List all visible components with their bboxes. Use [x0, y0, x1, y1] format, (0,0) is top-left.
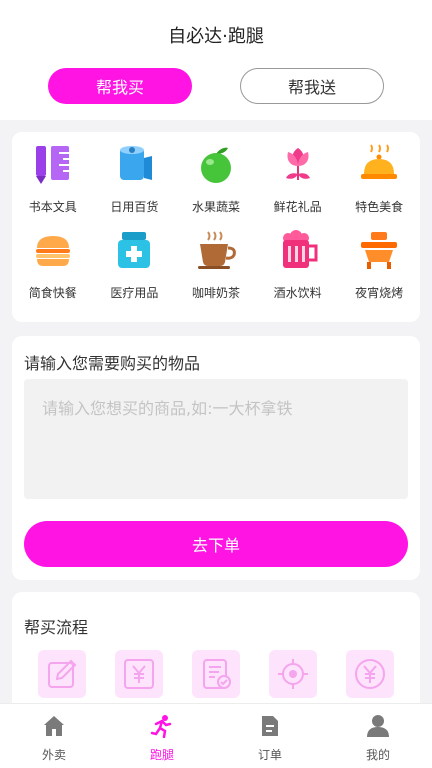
apple-icon — [194, 142, 238, 186]
tab-label: 订单 — [257, 748, 282, 762]
tab-label: 我的 — [365, 748, 390, 762]
food-cloche-icon — [357, 142, 401, 186]
category-label: 咖啡奶茶 — [191, 286, 240, 300]
tab-help-buy[interactable]: 帮我买 — [48, 68, 192, 104]
runner-icon — [150, 714, 174, 738]
category-label: 书本文具 — [28, 200, 77, 214]
purchase-request-panel: 请输入您需要购买的物品 去下单 — [12, 336, 420, 580]
yuan-coin-icon — [346, 650, 394, 698]
category-item-bbq[interactable]: 夜宵烧烤 — [338, 226, 420, 312]
category-label: 夜宵烧烤 — [355, 286, 404, 300]
coffee-cup-icon — [194, 228, 238, 272]
category-label: 酒水饮料 — [273, 286, 322, 300]
category-label: 日用百货 — [110, 200, 159, 214]
burger-icon — [31, 228, 75, 272]
category-item-flowers[interactable]: 鲜花礼品 — [257, 140, 339, 226]
category-label: 鲜花礼品 — [273, 200, 322, 214]
tab-mine[interactable]: 我的 — [324, 704, 432, 768]
category-label: 简食快餐 — [28, 286, 77, 300]
category-item-daily-goods[interactable]: 日用百货 — [94, 140, 176, 226]
tab-help-deliver[interactable]: 帮我送 — [240, 68, 384, 104]
book-stationery-icon — [31, 142, 75, 186]
home-icon — [42, 714, 66, 738]
flower-icon — [276, 142, 320, 186]
place-order-button[interactable]: 去下单 — [24, 521, 408, 567]
category-item-medical[interactable]: 医疗用品 — [94, 226, 176, 312]
item-request-input[interactable] — [24, 379, 408, 499]
tab-label: 外卖 — [41, 748, 66, 762]
bbq-grill-icon — [357, 228, 401, 272]
category-label: 水果蔬菜 — [191, 200, 240, 214]
category-item-fast-food[interactable]: 简食快餐 — [12, 226, 94, 312]
yuan-receipt-icon — [115, 650, 163, 698]
category-label: 特色美食 — [355, 200, 404, 214]
category-label: 医疗用品 — [110, 286, 159, 300]
category-item-stationery[interactable]: 书本文具 — [12, 140, 94, 226]
edit-icon — [38, 650, 86, 698]
medicine-bottle-icon — [112, 228, 156, 272]
checklist-icon — [192, 650, 240, 698]
order-icon — [258, 714, 282, 738]
top-header: 自必达·跑腿 帮我买 帮我送 — [0, 0, 432, 120]
request-title: 请输入您需要购买的物品 — [24, 354, 201, 373]
tab-label: 跑腿 — [149, 748, 174, 762]
tissue-roll-icon — [112, 142, 156, 186]
tab-takeout[interactable]: 外卖 — [0, 704, 108, 768]
category-item-drinks[interactable]: 酒水饮料 — [257, 226, 339, 312]
category-item-coffee-tea[interactable]: 咖啡奶茶 — [175, 226, 257, 312]
flow-title: 帮买流程 — [24, 618, 89, 637]
tab-orders[interactable]: 订单 — [216, 704, 324, 768]
location-target-icon — [269, 650, 317, 698]
beer-mug-icon — [276, 228, 320, 272]
page-title: 自必达·跑腿 — [168, 26, 264, 47]
user-icon — [366, 714, 390, 738]
category-item-fruit-veg[interactable]: 水果蔬菜 — [175, 140, 257, 226]
category-item-special-food[interactable]: 特色美食 — [338, 140, 420, 226]
purchase-flow-panel: 帮买流程 — [12, 592, 420, 712]
category-panel: 书本文具 日用百货 水果蔬菜 鲜花礼品 特色美食 简食快餐 医疗用品 咖啡奶茶 … — [12, 132, 420, 322]
tab-errand[interactable]: 跑腿 — [108, 704, 216, 768]
bottom-tab-bar: 外卖 跑腿 订单 我的 — [0, 703, 432, 768]
